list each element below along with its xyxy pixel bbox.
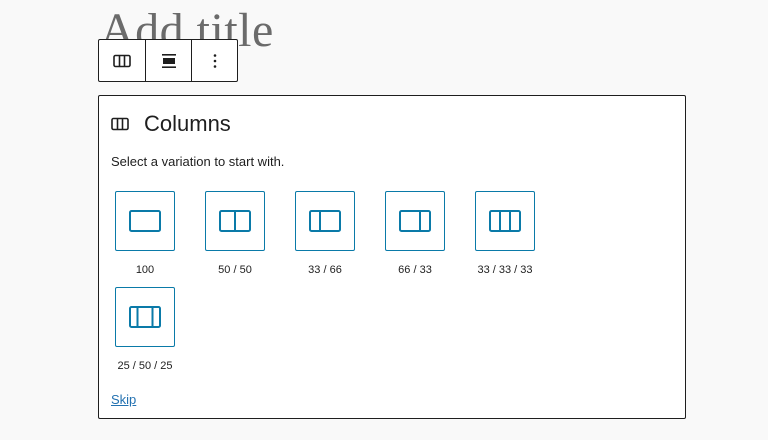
placeholder-title: Columns <box>144 111 231 136</box>
variation-label: 33 / 66 <box>308 264 342 276</box>
variation-label: 100 <box>135 264 155 276</box>
columns-25-50-25-icon <box>129 306 161 328</box>
variation-label: 25 / 50 / 25 <box>117 360 173 372</box>
more-options-button[interactable] <box>191 40 237 81</box>
variation-66-33-button[interactable] <box>385 191 445 251</box>
placeholder-header: Columns <box>111 111 231 137</box>
variation-33-33-33-button[interactable] <box>475 191 535 251</box>
columns-placeholder: Columns Select a variation to start with… <box>98 95 686 419</box>
columns-icon <box>113 54 131 67</box>
variation-100-button[interactable] <box>115 191 175 251</box>
align-wide-icon <box>161 53 176 68</box>
variation-label: 50 / 50 <box>218 264 252 276</box>
variation-33-66-button[interactable] <box>295 191 355 251</box>
variation-25-50-25-button[interactable] <box>115 287 175 347</box>
columns-33-66-icon <box>309 210 341 232</box>
variation-66-33: 66 / 33 <box>385 191 447 276</box>
variation-50-50: 50 / 50 <box>205 191 267 276</box>
variation-100: 100 <box>115 191 177 276</box>
columns-66-33-icon <box>399 210 431 232</box>
block-type-button[interactable] <box>99 40 145 81</box>
variation-50-50-button[interactable] <box>205 191 265 251</box>
placeholder-instructions: Select a variation to start with. <box>111 154 285 169</box>
variation-label: 33 / 33 / 33 <box>477 264 533 276</box>
variation-33-33-33: 33 / 33 / 33 <box>475 191 537 276</box>
columns-icon <box>111 113 133 135</box>
variation-25-50-25: 25 / 50 / 25 <box>115 287 177 372</box>
block-toolbar <box>98 39 238 82</box>
columns-50-50-icon <box>219 210 251 232</box>
column-100-icon <box>129 210 161 232</box>
columns-33-33-33-icon <box>489 210 521 232</box>
align-button[interactable] <box>145 40 191 81</box>
variation-label: 66 / 33 <box>398 264 432 276</box>
more-vertical-icon <box>213 53 216 68</box>
skip-link[interactable]: Skip <box>111 392 136 407</box>
variation-33-66: 33 / 66 <box>295 191 357 276</box>
